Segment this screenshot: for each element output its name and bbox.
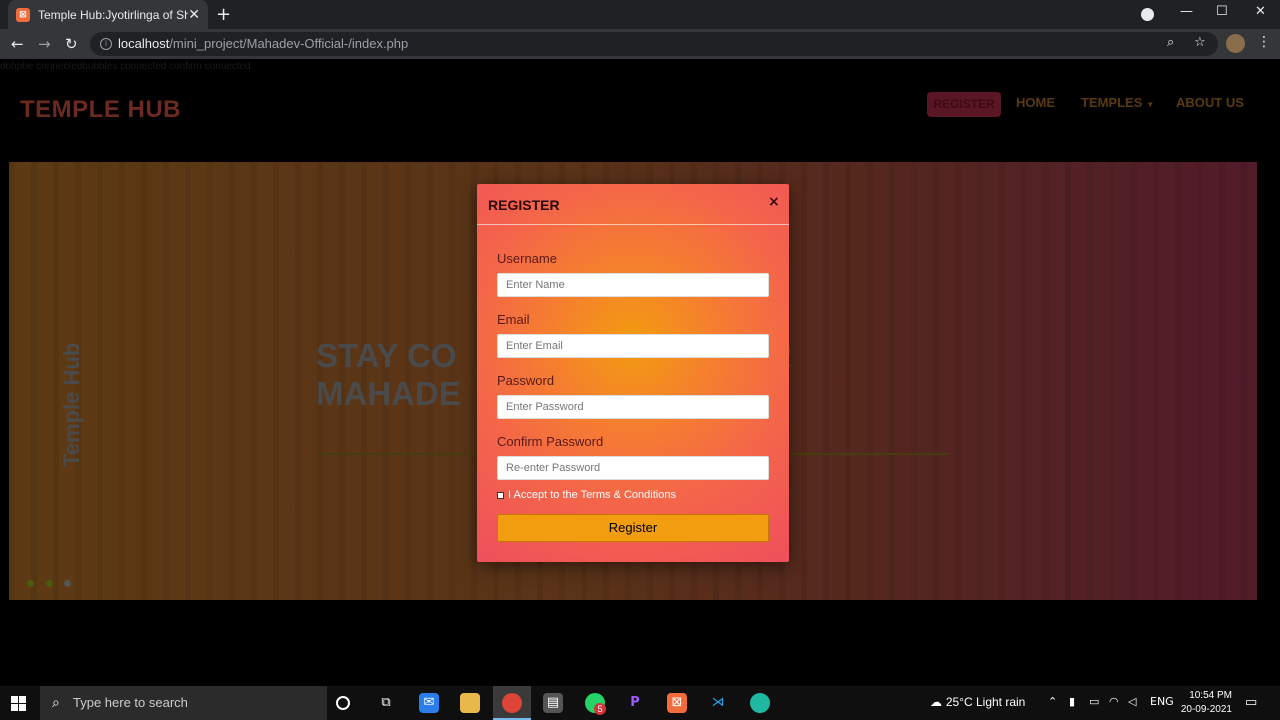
caret-down-icon: ▼ [1146,100,1155,109]
username-label: Username [497,251,557,266]
tab-title: Temple Hub:Jyotirlinga of Shiva [38,7,189,22]
windows-start-icon[interactable] [11,696,26,711]
profile-avatar[interactable] [1226,34,1245,53]
carousel-dot-3[interactable] [64,580,71,587]
tab-close-icon[interactable]: ✕ [188,7,200,23]
hero-side-text: Temple Hub [59,342,84,467]
browser-menu-icon[interactable]: ⋮ [1257,34,1271,50]
carousel-dot-2[interactable] [46,580,53,587]
password-input[interactable] [497,395,769,419]
terms-checkbox[interactable] [497,491,504,499]
terms-row: I Accept to the Terms & Conditions [497,489,676,501]
nav-about-link[interactable]: ABOUT US [1176,95,1244,110]
edge-icon[interactable] [750,693,770,713]
file-explorer-icon[interactable] [460,693,480,713]
modal-header: REGISTER × [477,184,789,225]
email-label: Email [497,312,530,327]
taskbar-search-placeholder: Type here to search [73,695,188,710]
system-clock[interactable]: 10:54 PM 20-09-2021 [1178,689,1232,717]
cloud-icon: ☁ [930,695,946,709]
microphone-icon[interactable]: ▮ [1069,695,1075,708]
close-icon[interactable]: × [768,194,780,210]
volume-icon[interactable]: ◁ [1128,695,1136,708]
terms-label[interactable]: I Accept to the Terms & Conditions [508,489,676,501]
new-tab-button[interactable]: + [216,4,231,25]
notification-icon[interactable]: ▭ [1245,695,1257,710]
carousel-dot-1[interactable] [27,580,34,587]
password-label: Password [497,373,555,388]
debug-output: dbhpbe connectedbubbles connected confir… [0,61,251,72]
browser-tab[interactable]: ⊠ Temple Hub:Jyotirlinga of Shiva ✕ [8,0,208,29]
browser-toolbar: ← → ↻ i localhost/mini_project/Mahadev-O… [0,29,1280,59]
bookmark-star-icon[interactable]: ☆ [1194,35,1206,50]
nav-register-button[interactable]: REGISTER [927,92,1001,117]
tab-search-icon[interactable] [1141,8,1154,21]
username-input[interactable] [497,273,769,297]
modal-title: REGISTER [488,197,560,213]
picsart-icon[interactable]: P [625,693,645,713]
close-window-icon[interactable]: ✕ [1255,4,1266,19]
zoom-icon[interactable]: ⌕ [1167,35,1174,50]
back-icon[interactable]: ← [11,35,24,53]
xampp-icon[interactable]: ⊠ [667,693,687,713]
battery-icon[interactable]: ▭ [1089,695,1099,708]
windows-taskbar: ⌕ Type here to search ⧉ ✉ ▤ 5 P ⊠ ⋊ ☁ 25… [0,686,1280,720]
brand-logo[interactable]: TEMPLE HUB [20,96,181,124]
nav-home-link[interactable]: HOME [1016,95,1055,110]
whatsapp-badge: 5 [594,703,606,715]
xampp-favicon-icon: ⊠ [16,7,30,22]
web-page: dbhpbe connectedbubbles connected confir… [0,59,1280,686]
maximize-icon[interactable]: ☐ [1216,4,1228,19]
wifi-icon[interactable]: ◠ [1109,695,1119,708]
chrome-icon[interactable] [502,693,522,713]
task-view-icon[interactable]: ⧉ [376,693,396,713]
language-indicator[interactable]: ENG [1150,695,1174,708]
address-bar[interactable]: i localhost/mini_project/Mahadev-Officia… [90,32,1218,56]
taskbar-search[interactable]: ⌕ Type here to search [40,686,327,720]
tray-chevron-icon[interactable]: ⌃ [1048,695,1057,708]
register-submit-button[interactable]: Register [497,514,769,542]
email-input[interactable] [497,334,769,358]
reload-icon[interactable]: ↻ [65,35,78,53]
minimize-icon[interactable]: — [1180,4,1193,19]
weather-widget[interactable]: ☁ 25°C Light rain [930,695,1025,709]
register-modal: REGISTER × Username Email Password Confi… [477,184,789,562]
store-icon[interactable]: ▤ [543,693,563,713]
confirm-password-label: Confirm Password [497,434,604,449]
vscode-icon[interactable]: ⋊ [708,693,728,713]
confirm-password-input[interactable] [497,456,769,480]
url-text[interactable]: localhost/mini_project/Mahadev-Official-… [118,36,408,51]
browser-tab-bar: ⊠ Temple Hub:Jyotirlinga of Shiva ✕ + — … [0,0,1280,29]
site-info-icon[interactable]: i [100,38,112,50]
cortana-icon[interactable] [336,696,350,710]
forward-icon[interactable]: → [38,35,51,53]
search-icon: ⌕ [52,695,60,711]
nav-temples-dropdown[interactable]: TEMPLES ▼ [1081,95,1154,110]
mail-icon[interactable]: ✉ [419,693,439,713]
